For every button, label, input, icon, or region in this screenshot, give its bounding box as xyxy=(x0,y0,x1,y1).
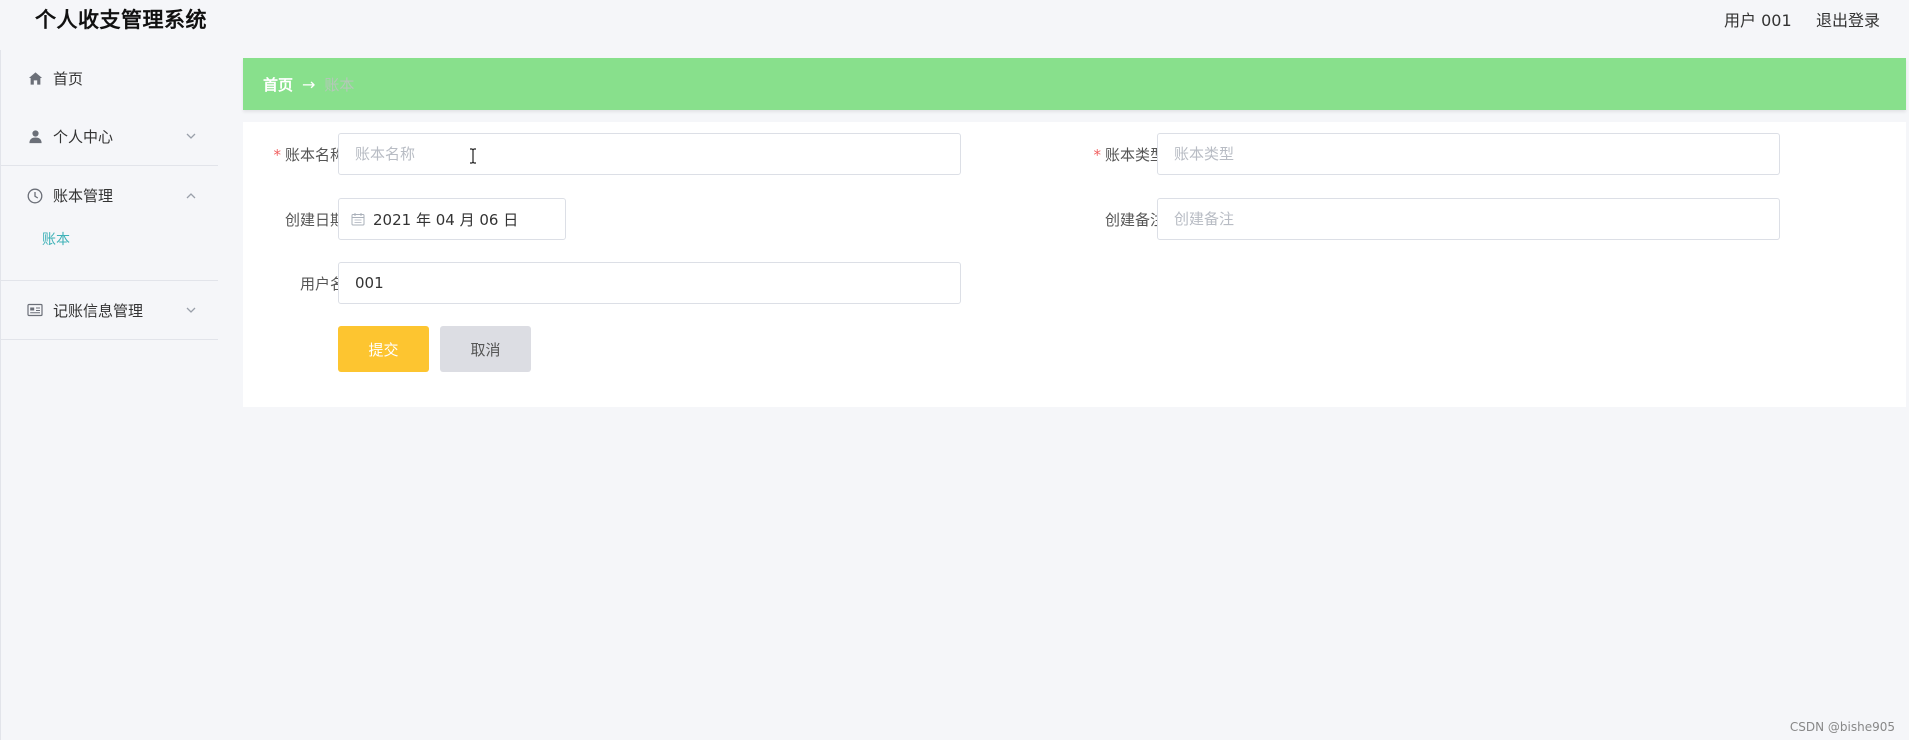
calendar-icon xyxy=(351,213,365,226)
home-icon xyxy=(27,71,43,87)
sidebar-subitem-account-book[interactable]: 账本 xyxy=(42,229,70,249)
current-user-label: 用户 001 xyxy=(1724,11,1792,30)
account-name-label-text: 账本名称 xyxy=(284,146,345,164)
sidebar-item-account-management[interactable]: 账本管理 xyxy=(1,166,218,225)
card-icon xyxy=(27,302,43,318)
create-date-picker[interactable]: 2021 年 04 月 06 日 xyxy=(338,198,566,240)
breadcrumb-separator: → xyxy=(302,74,316,94)
account-name-label: * 账本名称 xyxy=(245,144,345,165)
username-field-wrapper xyxy=(338,262,961,304)
sidebar-item-home[interactable]: 首页 xyxy=(1,50,218,107)
clock-icon xyxy=(27,188,43,204)
sidebar-item-label: 个人中心 xyxy=(53,127,114,146)
create-date-value: 2021 年 04 月 06 日 xyxy=(373,210,519,229)
sidebar-item-personal-center[interactable]: 个人中心 xyxy=(1,107,218,166)
breadcrumb-current: 账本 xyxy=(324,75,355,94)
app-title: 个人收支管理系统 xyxy=(35,8,207,32)
create-note-label: 创建备注 xyxy=(1104,211,1165,229)
account-type-label-text: 账本类型 xyxy=(1104,146,1165,164)
username-label: 用户名 xyxy=(299,275,345,293)
account-name-input[interactable] xyxy=(355,134,960,174)
user-icon xyxy=(27,128,43,144)
sidebar: 首页 个人中心 账本管理 账本 记账信息管理 xyxy=(0,50,218,740)
chevron-down-icon xyxy=(186,307,196,313)
account-type-label: * 账本类型 xyxy=(1065,144,1165,165)
cancel-button[interactable]: 取消 xyxy=(440,326,531,372)
watermark: CSDN @bishe905 xyxy=(1789,720,1895,734)
breadcrumb-home-link[interactable]: 首页 xyxy=(263,74,293,95)
submenu-account-management: 账本 xyxy=(1,225,218,281)
create-note-input[interactable] xyxy=(1174,199,1779,239)
required-mark: * xyxy=(1093,146,1101,164)
account-name-field-wrapper xyxy=(338,133,961,175)
sidebar-item-label: 首页 xyxy=(53,70,84,88)
sidebar-item-bookkeeping-management[interactable]: 记账信息管理 xyxy=(1,281,218,340)
account-type-field-wrapper xyxy=(1157,133,1780,175)
sidebar-item-label: 记账信息管理 xyxy=(53,301,144,320)
account-type-input[interactable] xyxy=(1174,134,1779,174)
logout-link[interactable]: 退出登录 xyxy=(1816,7,1880,31)
chevron-up-icon xyxy=(186,192,196,198)
text-cursor-icon xyxy=(470,148,476,164)
sidebar-item-label: 账本管理 xyxy=(53,187,114,205)
required-mark: * xyxy=(273,146,281,164)
username-input[interactable] xyxy=(355,263,960,303)
chevron-down-icon xyxy=(186,133,196,139)
breadcrumb: 首页 → 账本 xyxy=(243,58,1906,110)
submit-button[interactable]: 提交 xyxy=(338,326,429,372)
create-note-field-wrapper xyxy=(1157,198,1780,240)
top-header: 个人收支管理系统 用户 001 退出登录 xyxy=(0,0,1909,40)
create-date-label: 创建日期 xyxy=(284,211,345,229)
account-form-panel: *账本名称 *账本类型 创建日期 2021 年 04 月 06 日 创建备注 用… xyxy=(243,122,1906,407)
